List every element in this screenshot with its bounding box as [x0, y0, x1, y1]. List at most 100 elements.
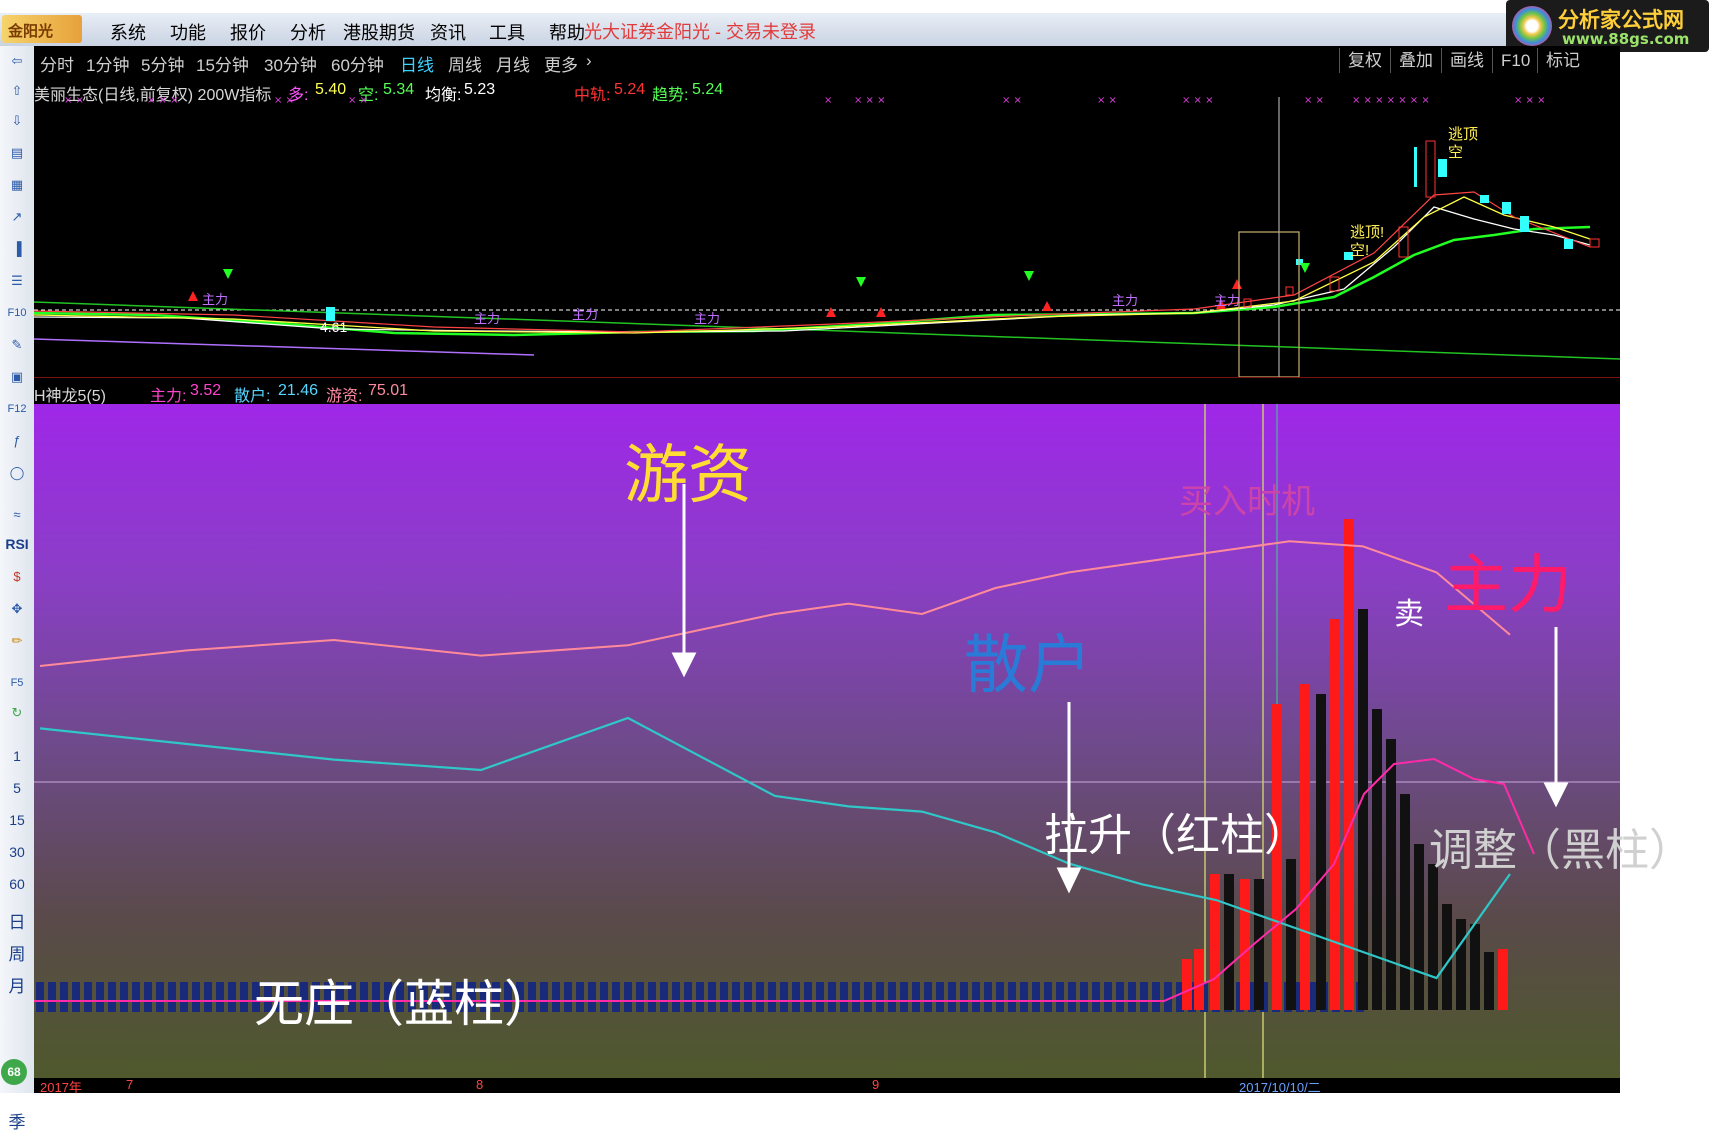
rsi-button[interactable]: RSI: [0, 536, 34, 552]
down-arrow-icon[interactable]: ⇩: [5, 110, 29, 132]
grid-icon[interactable]: ▦: [5, 174, 29, 196]
blue-bar: [876, 982, 884, 1012]
tab-30min[interactable]: 30分钟: [264, 51, 317, 76]
empty-signal: 空!: [1350, 242, 1369, 259]
blue-bar: [792, 982, 800, 1012]
annotation-wuzhuang: 无庄（蓝柱）: [254, 975, 554, 1033]
circle-icon[interactable]: ◯: [5, 462, 29, 484]
tab-more[interactable]: 更多: [544, 51, 578, 76]
button-overlay[interactable]: 叠加: [1390, 48, 1441, 73]
blue-bar: [804, 982, 812, 1012]
flower-icon: [1512, 6, 1552, 46]
candle-svg: × × × × × × × × × × × × × × × × × × × × × × × × …: [34, 95, 1620, 377]
blue-bar: [108, 982, 116, 1012]
annotation-buy-timing: 买入时机: [1179, 482, 1315, 522]
tab-15min[interactable]: 15分钟: [196, 51, 249, 76]
blue-bar: [1092, 982, 1100, 1012]
report-icon[interactable]: ▤: [5, 142, 29, 164]
indicator-panel[interactable]: 游资 散户 主力 买入时机 卖 拉升（红柱） 调整（黑柱） 无庄（蓝柱）: [34, 404, 1693, 1090]
refresh-icon[interactable]: ↻: [5, 702, 29, 724]
back-arrow-icon[interactable]: ⇦: [5, 50, 29, 72]
blue-bar: [1056, 982, 1064, 1012]
formula-icon[interactable]: ƒ: [5, 430, 29, 452]
period-5[interactable]: 5: [0, 780, 34, 796]
money-icon[interactable]: $: [5, 566, 29, 588]
calendar-icon[interactable]: ▣: [5, 366, 29, 388]
pencil-icon[interactable]: ✏: [5, 630, 29, 652]
chevron-right-icon[interactable]: ›: [586, 51, 592, 71]
blue-bar: [948, 982, 956, 1012]
period-season[interactable]: 季: [0, 1108, 34, 1133]
axis-month-8: 8: [476, 1077, 484, 1092]
tab-daily[interactable]: 日线: [400, 51, 434, 76]
tab-weekly[interactable]: 周线: [448, 51, 482, 76]
up-arrow-icon[interactable]: ⇧: [5, 80, 29, 102]
arrow-head-icon: [1543, 782, 1569, 808]
blue-bar: [96, 982, 104, 1012]
blue-bar: [696, 982, 704, 1012]
blue-bar: [576, 982, 584, 1012]
blue-bar: [852, 982, 860, 1012]
main-price-chart[interactable]: 美丽生态(日线,前复权) 200W指标 多: 5.40 空: 5.34 均衡: …: [34, 77, 1620, 377]
blue-bar: [960, 982, 968, 1012]
blue-bar: [756, 982, 764, 1012]
red-bar: [1498, 949, 1508, 1010]
move-icon[interactable]: ✥: [5, 598, 29, 620]
f10-icon[interactable]: F10: [5, 302, 29, 324]
black-bar: [1470, 924, 1480, 1010]
f5-icon[interactable]: F5: [5, 672, 29, 694]
indicator-header: H神龙5(5) 主力: 3.52 散户: 21.46 游资: 75.01: [34, 377, 1620, 405]
svg-text:× × × × × × ×: × × × × × × ×: [1352, 95, 1430, 106]
list-icon[interactable]: ☰: [5, 270, 29, 292]
period-day[interactable]: 日: [0, 908, 34, 933]
period-month[interactable]: 月: [0, 972, 34, 997]
annotation-sanhu: 散户: [964, 629, 1092, 703]
button-mark[interactable]: 标记: [1537, 48, 1588, 73]
zhuli-mark: 主力: [1112, 293, 1138, 308]
sanhu-label: 散户:: [234, 388, 271, 405]
candle-icon[interactable]: ▐: [5, 238, 29, 260]
blue-bar: [900, 982, 908, 1012]
blue-bar: [744, 982, 752, 1012]
period-week[interactable]: 周: [0, 940, 34, 965]
line-chart-icon[interactable]: ↗: [5, 206, 29, 228]
blue-bar: [1152, 982, 1160, 1012]
svg-text:× ×: × ×: [274, 95, 294, 106]
escape-top-signal-2: 逃顶: [1448, 126, 1478, 143]
tab-5min[interactable]: 5分钟: [141, 51, 184, 76]
tab-monthly[interactable]: 月线: [496, 51, 530, 76]
red-bar: [1240, 879, 1250, 1010]
arrow-head-icon: [671, 652, 697, 678]
button-f10[interactable]: F10: [1492, 48, 1538, 73]
period-1[interactable]: 1: [0, 748, 34, 764]
button-rights-adjust[interactable]: 复权: [1339, 48, 1390, 73]
notes-icon[interactable]: ✎: [5, 334, 29, 356]
red-bar: [1194, 949, 1204, 1010]
blue-bar: [180, 982, 188, 1012]
axis-month-9: 9: [872, 1077, 880, 1092]
blue-bar: [912, 982, 920, 1012]
svg-text:×: ×: [824, 95, 832, 106]
black-bar: [1400, 794, 1410, 1010]
period-60[interactable]: 60: [0, 876, 34, 892]
blue-bar: [1068, 982, 1076, 1012]
blue-bar: [888, 982, 896, 1012]
escape-top-signal: 逃顶!: [1350, 224, 1384, 241]
tab-1min[interactable]: 1分钟: [86, 51, 129, 76]
button-draw-line[interactable]: 画线: [1441, 48, 1492, 73]
menu-bar: 金阳光 系统 功能 报价 分析 港股期货 资讯 工具 帮助 光大证券金阳光 - …: [0, 13, 1709, 47]
tab-60min[interactable]: 60分钟: [331, 51, 384, 76]
blue-bar: [732, 982, 740, 1012]
blue-bar: [1140, 982, 1148, 1012]
sanhu-value: 21.46: [278, 382, 319, 399]
blue-bar: [996, 982, 1004, 1012]
period-30[interactable]: 30: [0, 844, 34, 860]
period-15[interactable]: 15: [0, 812, 34, 828]
youzi-line: [39, 540, 1511, 667]
f12-icon[interactable]: F12: [5, 398, 29, 420]
blue-bar: [1080, 982, 1088, 1012]
tab-timeshare[interactable]: 分时: [40, 51, 74, 76]
wave-icon[interactable]: ≈: [5, 504, 29, 526]
blue-bar: [780, 982, 788, 1012]
blue-bar: [240, 982, 248, 1012]
